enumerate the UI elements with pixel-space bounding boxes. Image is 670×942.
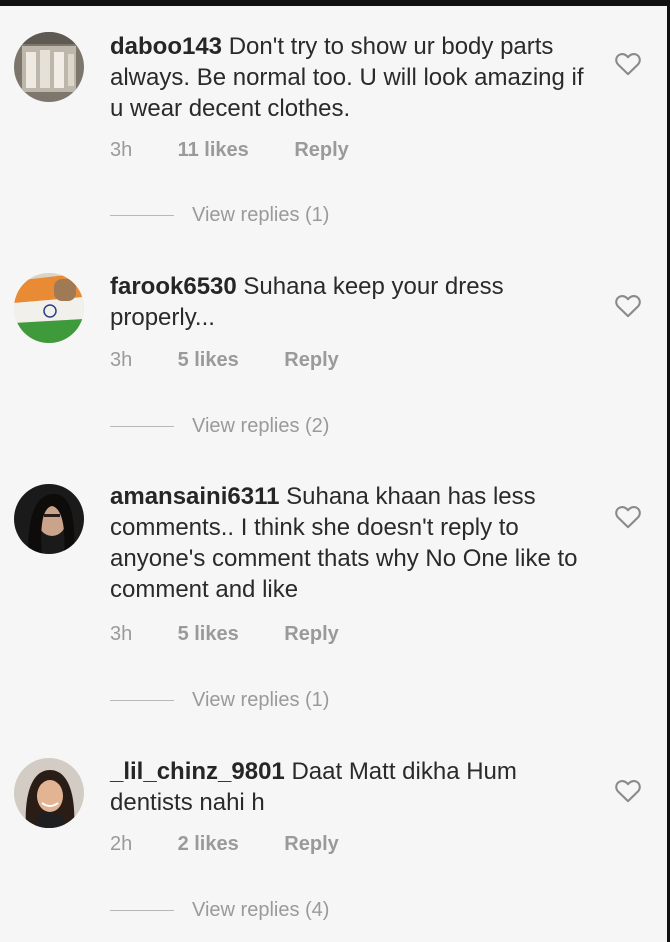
divider-line — [110, 215, 174, 217]
avatar[interactable] — [14, 484, 84, 554]
comment-time: 3h — [110, 349, 133, 371]
comment-username[interactable]: amansaini6311 — [110, 483, 279, 510]
comment-time: 2h — [110, 833, 133, 855]
view-replies-label: View replies (1) — [192, 204, 330, 226]
comment-meta: 3h 5 likes Reply — [110, 349, 339, 372]
view-replies-label: View replies (4) — [192, 899, 330, 921]
comment-meta: 2h 2 likes Reply — [110, 833, 339, 856]
view-replies-label: View replies (1) — [192, 689, 330, 711]
heart-outline-icon[interactable] — [614, 50, 642, 76]
comment-likes[interactable]: 2 likes — [178, 833, 239, 856]
view-replies-button[interactable]: View replies (4) — [110, 899, 329, 922]
heart-outline-icon[interactable] — [614, 777, 642, 803]
comment-body: daboo143 Don't try to show ur body parts… — [110, 31, 600, 124]
avatar-image — [14, 273, 84, 343]
avatar[interactable] — [14, 758, 84, 828]
divider-line — [110, 426, 174, 428]
comment-meta: 3h 5 likes Reply — [110, 623, 339, 646]
comment-meta: 3h 11 likes Reply — [110, 139, 349, 162]
view-replies-button[interactable]: View replies (1) — [110, 689, 329, 712]
avatar-image — [14, 32, 84, 102]
comment-body: amansaini6311 Suhana khaan has less comm… — [110, 481, 600, 605]
comment-username[interactable]: _lil_chinz_9801 — [110, 758, 285, 785]
comments-screen: daboo143 Don't try to show ur body parts… — [0, 0, 670, 942]
avatar-image — [14, 758, 84, 828]
view-replies-button[interactable]: View replies (2) — [110, 415, 329, 438]
comment-time: 3h — [110, 623, 133, 645]
reply-button[interactable]: Reply — [284, 833, 338, 856]
reply-button[interactable]: Reply — [284, 623, 338, 646]
comment-likes[interactable]: 11 likes — [178, 139, 249, 162]
divider-line — [110, 910, 174, 912]
divider-line — [110, 700, 174, 702]
avatar[interactable] — [14, 273, 84, 343]
comment-username[interactable]: daboo143 — [110, 33, 222, 60]
reply-button[interactable]: Reply — [294, 139, 348, 162]
comment-time: 3h — [110, 139, 133, 161]
comment-username[interactable]: farook6530 — [110, 273, 237, 300]
comment-body: farook6530 Suhana keep your dress proper… — [110, 271, 600, 333]
avatar[interactable] — [14, 32, 84, 102]
comment-body: _lil_chinz_9801 Daat Matt dikha Hum dent… — [110, 756, 600, 818]
view-replies-label: View replies (2) — [192, 415, 330, 437]
heart-outline-icon[interactable] — [614, 292, 642, 318]
reply-button[interactable]: Reply — [284, 349, 338, 372]
comment-likes[interactable]: 5 likes — [178, 349, 239, 372]
avatar-image — [14, 484, 84, 554]
heart-outline-icon[interactable] — [614, 503, 642, 529]
view-replies-button[interactable]: View replies (1) — [110, 204, 329, 227]
comment-likes[interactable]: 5 likes — [178, 623, 239, 646]
